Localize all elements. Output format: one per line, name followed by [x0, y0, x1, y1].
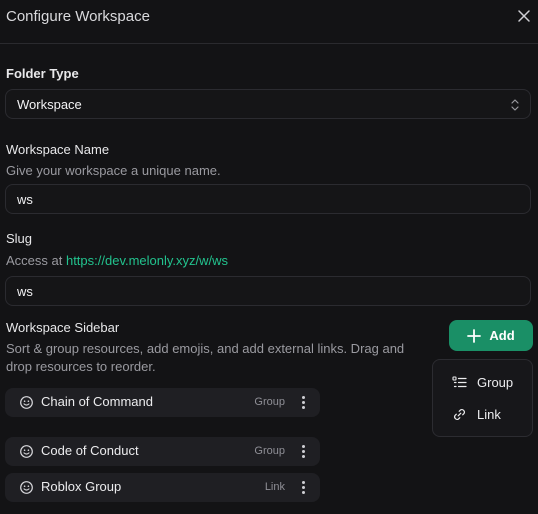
add-button[interactable]: Add: [449, 320, 533, 351]
more-options-icon[interactable]: [298, 479, 308, 496]
resource-name: Chain of Command: [41, 394, 153, 409]
resource-type: Link: [264, 481, 285, 493]
slug-url-link[interactable]: https://dev.melonly.xyz/w/ws: [66, 253, 228, 268]
workspace-sidebar-label: Workspace Sidebar: [6, 320, 120, 335]
slug-input[interactable]: ws: [5, 276, 531, 306]
resource-type: Group: [254, 445, 285, 457]
slug-label: Slug: [6, 231, 33, 246]
menu-item-group-label: Group: [477, 374, 514, 390]
sidebar-resource-item[interactable]: Code of Conduct Group: [5, 437, 320, 466]
group-list-icon: [452, 375, 467, 387]
modal-title: Configure Workspace: [6, 8, 150, 25]
smiley-icon[interactable]: [19, 395, 34, 410]
resource-type: Group: [254, 396, 285, 408]
close-icon: [518, 10, 530, 22]
add-dropdown-menu: Group Link: [432, 359, 533, 437]
menu-item-link[interactable]: Link: [433, 400, 532, 428]
folder-type-label: Folder Type: [6, 66, 79, 81]
sidebar-resource-item[interactable]: Chain of Command Group: [5, 388, 320, 417]
add-button-label: Add: [489, 328, 515, 343]
modal-header: Configure Workspace: [0, 0, 538, 44]
workspace-name-label: Workspace Name: [6, 142, 110, 157]
slug-description: Access at https://dev.melonly.xyz/w/ws: [6, 252, 228, 270]
folder-type-value: Workspace: [17, 96, 82, 112]
workspace-name-description: Give your workspace a unique name.: [6, 163, 221, 178]
more-options-icon[interactable]: [298, 443, 308, 460]
workspace-name-input[interactable]: ws: [5, 184, 531, 214]
sidebar-resource-item[interactable]: Roblox Group Link: [5, 473, 320, 502]
slug-value: ws: [17, 283, 33, 299]
close-button[interactable]: [514, 6, 534, 26]
menu-item-link-label: Link: [477, 406, 501, 422]
resource-name: Code of Conduct: [41, 443, 139, 458]
link-icon: [454, 408, 465, 420]
resource-name: Roblox Group: [41, 479, 122, 494]
workspace-sidebar-description: Sort & group resources, add emojis, and …: [6, 341, 405, 374]
smiley-icon[interactable]: [19, 444, 34, 459]
plus-icon: [467, 328, 482, 343]
smiley-icon[interactable]: [19, 480, 34, 495]
slug-description-prefix: Access at: [6, 253, 66, 268]
chevron-up-down-icon: [511, 99, 519, 111]
more-options-icon[interactable]: [298, 394, 308, 411]
folder-type-select[interactable]: Workspace: [5, 89, 531, 119]
workspace-name-value: ws: [17, 191, 33, 207]
menu-item-group[interactable]: Group: [433, 368, 532, 396]
